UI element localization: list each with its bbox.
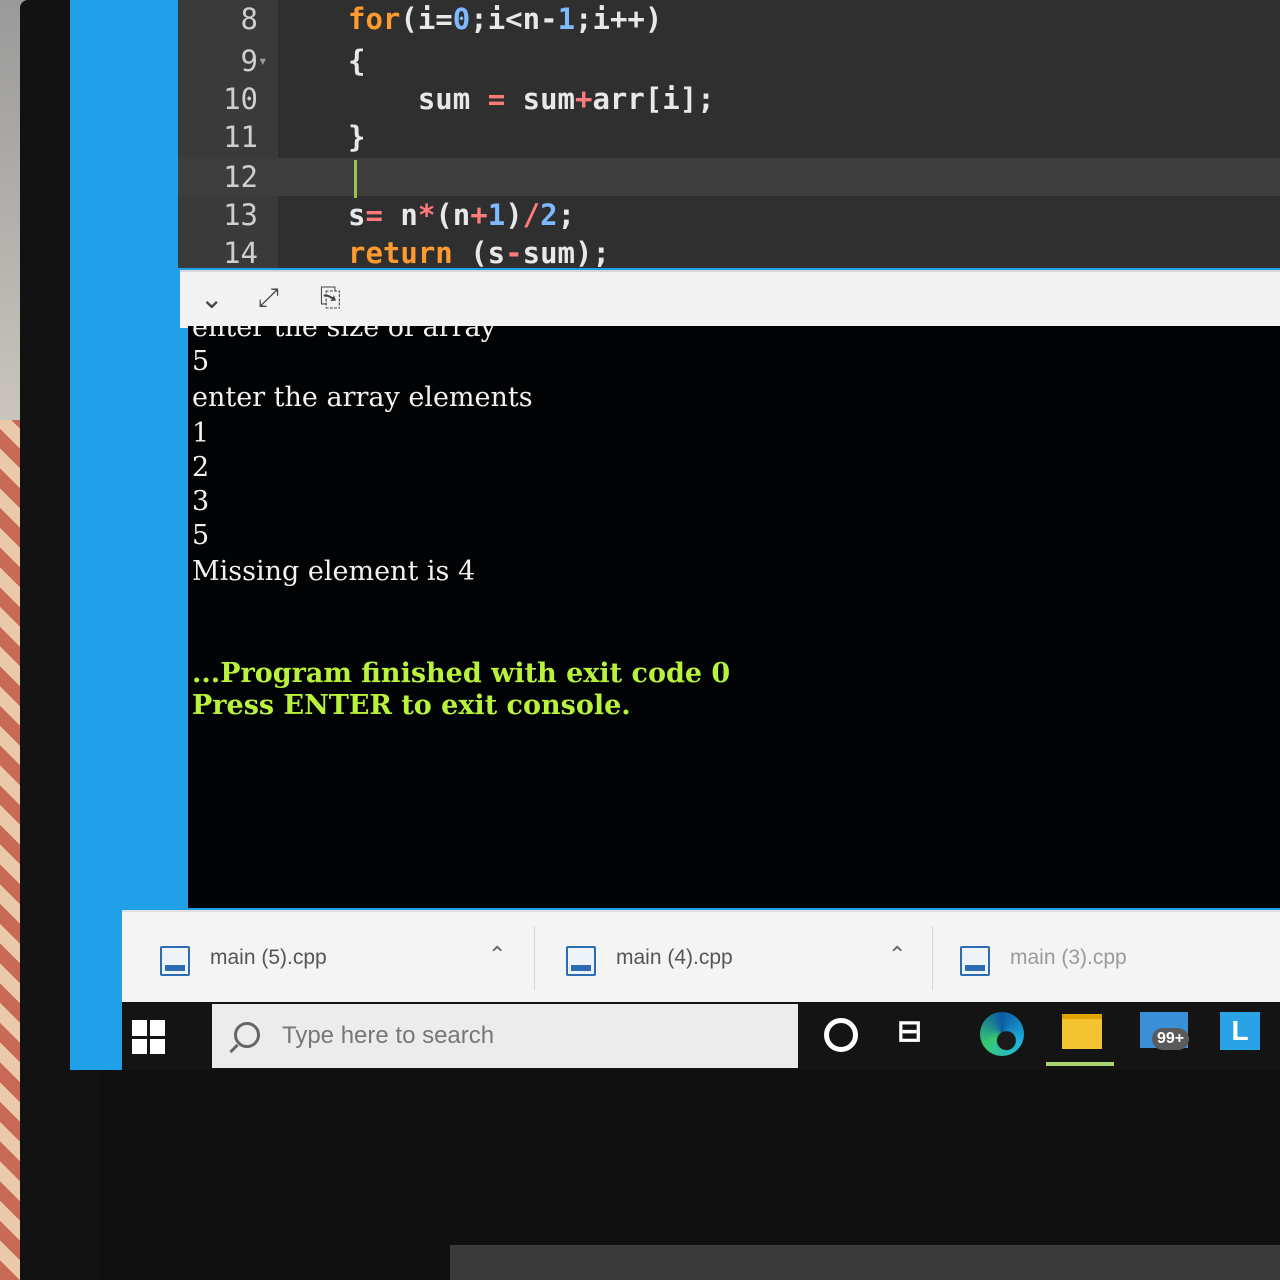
console-line: 3 [192,486,210,517]
taskbar: Type here to search ⊟ 99+ L [122,1002,1280,1070]
chevron-up-icon[interactable]: ⌃ [888,942,906,968]
code-token: ) [505,198,523,232]
code-token: / [522,198,541,232]
code-token: } [348,120,366,154]
console-line: 5 [192,520,210,551]
console-line: 2 [192,452,210,483]
search-placeholder: Type here to search [282,1022,495,1049]
code-text: s= n*(n+1)/2; [348,196,575,234]
code-line[interactable]: 11} [178,118,1280,156]
line-number: 12 [223,160,258,194]
console-line: 5 [192,346,210,377]
active-app-indicator [1046,1062,1114,1066]
downloads-bar: main (5).cpp ⌃ main (4).cpp ⌃ main (3).c… [122,910,1280,1004]
console-result-line: Missing element is 4 [192,556,476,587]
code-token: = [487,82,506,116]
code-token: * [417,198,436,232]
console-line: enter the size of array [192,312,496,343]
task-view-icon[interactable]: ⊟ [897,1014,922,1049]
code-token: + [575,82,593,116]
code-token: sum [348,82,488,116]
cpp-file-icon [566,946,596,976]
screen: 8 for(i=0;i<n-1;i++) 9 ▾{10 sum = sum+arr[i… [70,0,1280,1070]
code-token: sum [505,82,575,116]
taskbar-search[interactable]: Type here to search [212,1004,798,1068]
code-line[interactable]: 10 sum = sum+arr[i]; [178,80,1280,118]
code-line[interactable]: 9 ▾ { [178,42,1280,80]
search-icon [234,1022,260,1048]
cortana-icon[interactable] [824,1018,858,1052]
code-token: arr[i]; [592,82,715,116]
cpp-file-icon [160,946,190,976]
line-number: 13 [223,198,258,232]
press-enter-line: Press ENTER to exit console. [192,690,631,721]
file-explorer-icon[interactable] [1062,1014,1102,1049]
download-filename: main (4).cpp [616,946,733,969]
desk-surface [450,1245,1280,1280]
console-output[interactable]: enter the size of array 5 enter the arra… [188,312,1280,908]
chevron-up-icon[interactable]: ⌃ [488,942,506,968]
divider [534,926,535,990]
console-line: 1 [192,418,210,449]
line-number: 10 [223,82,258,116]
code-token: ;i<n- [470,2,558,36]
line-number: 14 [223,236,258,270]
console-line: enter the array elements [192,382,533,413]
code-token: (s [452,236,506,270]
code-token: return [348,236,453,270]
code-text: } [348,118,365,156]
code-token: + [470,198,488,232]
download-item[interactable]: main (4).cpp ⌃ [566,912,926,1004]
code-text: { [348,42,365,80]
app-icon[interactable]: L [1220,1012,1260,1050]
mail-badge: 99+ [1152,1028,1190,1050]
code-line[interactable]: 13 s= n*(n+1)/2; [178,196,1280,234]
code-line[interactable]: 12 [178,158,1280,196]
download-filename: main (5).cpp [210,946,327,969]
code-token: = [365,198,383,232]
code-text: for(i=0;i<n-1;i++) [348,0,662,38]
code-token: sum); [522,236,610,270]
paste-icon[interactable]: ⎘ [320,282,341,314]
code-line[interactable]: 8 for(i=0;i<n-1;i++) [178,0,1280,38]
divider [932,926,933,990]
code-text: sum = sum+arr[i]; [348,80,715,118]
download-item[interactable]: main (5).cpp ⌃ [160,912,520,1004]
code-token: for [348,2,401,36]
code-editor[interactable]: 8 for(i=0;i<n-1;i++) 9 ▾{10 sum = sum+arr[i… [178,0,1280,270]
code-token: ;i++) [575,2,663,36]
code-token: s [348,198,366,232]
text-cursor [354,160,357,198]
code-token: (n [435,198,471,232]
edge-browser-icon[interactable] [980,1012,1024,1056]
cpp-file-icon [960,946,990,976]
code-token: ; [557,198,576,232]
fold-arrow-icon[interactable]: ▾ [258,42,268,80]
line-number: 9 [240,44,258,78]
code-token: n [382,198,418,232]
code-token: 1 [487,198,506,232]
windows-start-icon[interactable] [132,1020,166,1054]
download-filename: main (3).cpp [1010,946,1127,969]
code-token: 1 [557,2,576,36]
code-token: { [348,44,366,78]
code-token: - [505,236,523,270]
line-number: 8 [240,2,258,36]
code-token: (i= [400,2,453,36]
code-text: return (s-sum); [348,234,610,272]
code-token: 2 [540,198,558,232]
code-line[interactable]: 14 return (s-sum); [178,234,1280,272]
download-item[interactable]: main (3).cpp [960,912,1280,1004]
chevron-down-icon[interactable]: ⌄ [200,282,223,315]
expand-icon[interactable]: ⤢ [258,282,279,314]
code-token: 0 [452,2,471,36]
program-finished-line: ...Program finished with exit code 0 [192,658,731,689]
line-number: 11 [223,120,258,154]
